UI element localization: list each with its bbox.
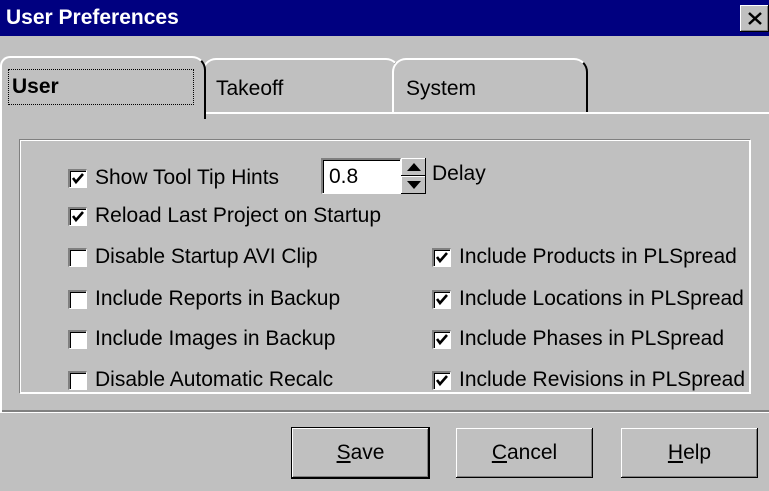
title-bar: User Preferences [0, 0, 769, 36]
include-locations-plspread-label: Include Locations in PLSpread [459, 287, 744, 310]
checkbox-box [432, 329, 451, 349]
disable-automatic-recalc-checkbox[interactable]: Disable Automatic Recalc [68, 368, 333, 392]
reload-last-project-checkbox[interactable]: Reload Last Project on Startup [68, 204, 381, 228]
disable-startup-avi-label: Disable Startup AVI Clip [95, 245, 318, 268]
window-title: User Preferences [6, 6, 179, 29]
include-reports-backup-label: Include Reports in Backup [95, 287, 341, 310]
save-button[interactable]: Save [292, 428, 429, 478]
close-button[interactable] [740, 5, 769, 32]
help-button[interactable]: Help [621, 428, 758, 478]
checkbox-box [68, 206, 87, 226]
tab-panel-left-edge [0, 112, 2, 412]
tooltip-delay-spinner[interactable] [401, 158, 426, 194]
tab-takeoff[interactable]: Takeoff [202, 58, 400, 114]
checkmark-icon [71, 172, 84, 184]
tab-takeoff-label: Takeoff [216, 77, 284, 100]
tab-panel-bottom-edge [0, 410, 769, 413]
include-locations-plspread-checkbox[interactable]: Include Locations in PLSpread [432, 287, 744, 311]
include-revisions-plspread-label: Include Revisions in PLSpread [459, 368, 746, 391]
tab-panel-top-edge [202, 112, 769, 114]
tab-system-label: System [406, 77, 477, 100]
cancel-button[interactable]: Cancel [456, 428, 593, 478]
checkbox-box [68, 289, 87, 309]
cancel-button-label: Cancel [491, 441, 558, 464]
tab-system[interactable]: System [392, 58, 588, 114]
include-products-plspread-checkbox[interactable]: Include Products in PLSpread [432, 245, 737, 269]
reload-last-project-label: Reload Last Project on Startup [95, 204, 382, 227]
help-button-label: Help [667, 441, 712, 464]
spin-up-button[interactable] [401, 158, 426, 176]
include-products-plspread-label: Include Products in PLSpread [459, 245, 737, 268]
disable-startup-avi-checkbox[interactable]: Disable Startup AVI Clip [68, 245, 318, 269]
include-phases-plspread-checkbox[interactable]: Include Phases in PLSpread [432, 327, 724, 351]
delay-label: Delay [432, 162, 486, 185]
checkbox-box [68, 247, 87, 267]
arrow-down-icon [406, 181, 421, 189]
arrow-up-icon [406, 163, 421, 171]
checkmark-icon [71, 210, 84, 222]
checkbox-box [68, 168, 87, 188]
show-tooltip-hints-label: Show Tool Tip Hints [95, 166, 280, 189]
include-images-backup-label: Include Images in Backup [95, 327, 336, 350]
checkbox-box [432, 370, 451, 390]
include-reports-backup-checkbox[interactable]: Include Reports in Backup [68, 287, 340, 311]
checkmark-icon [435, 293, 448, 305]
spin-down-button[interactable] [401, 176, 426, 194]
save-button-label: Save [336, 441, 385, 464]
include-images-backup-checkbox[interactable]: Include Images in Backup [68, 327, 335, 351]
checkmark-icon [435, 333, 448, 345]
close-icon [747, 12, 762, 25]
show-tooltip-hints-checkbox[interactable]: Show Tool Tip Hints [68, 166, 279, 190]
disable-automatic-recalc-label: Disable Automatic Recalc [95, 368, 334, 391]
include-phases-plspread-label: Include Phases in PLSpread [459, 327, 725, 350]
checkmark-icon [435, 374, 448, 386]
checkbox-box [68, 370, 87, 390]
checkbox-box [432, 289, 451, 309]
tooltip-delay-input[interactable] [321, 158, 401, 194]
checkmark-icon [435, 251, 448, 263]
include-revisions-plspread-checkbox[interactable]: Include Revisions in PLSpread [432, 368, 745, 392]
tab-user[interactable]: User [0, 56, 206, 119]
checkbox-box [68, 329, 87, 349]
tab-user-label: User [12, 75, 59, 98]
checkbox-box [432, 247, 451, 267]
